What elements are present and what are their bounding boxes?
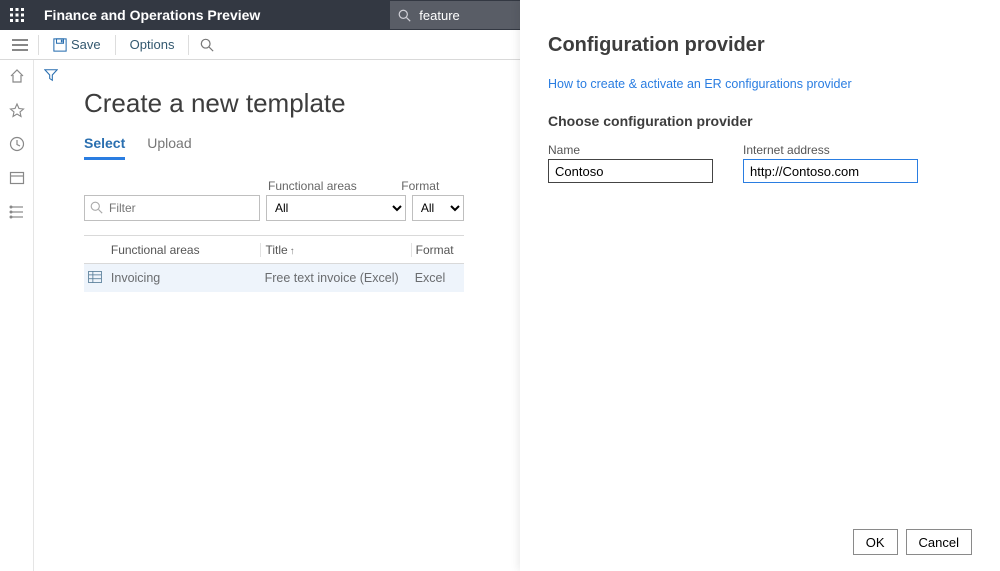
internet-address-label: Internet address <box>743 143 918 157</box>
rail-modules-icon[interactable] <box>7 202 27 222</box>
search-icon <box>90 201 103 214</box>
action-search-icon[interactable] <box>193 38 221 52</box>
label-functional-areas: Functional areas <box>268 179 401 195</box>
panel-help-link[interactable]: How to create & activate an ER configura… <box>548 77 972 91</box>
format-select[interactable]: All <box>412 195 464 221</box>
cancel-button[interactable]: Cancel <box>906 529 972 555</box>
search-icon <box>398 9 411 22</box>
options-label: Options <box>130 37 175 52</box>
save-label: Save <box>71 37 101 52</box>
save-button[interactable]: Save <box>43 30 111 60</box>
app-title: Finance and Operations Preview <box>34 7 270 23</box>
app-launcher-icon[interactable] <box>0 0 34 30</box>
name-input[interactable] <box>548 159 713 183</box>
sort-asc-icon: ↑ <box>290 246 295 257</box>
configuration-provider-panel: Configuration provider How to create & a… <box>520 0 1000 571</box>
panel-title: Configuration provider <box>548 34 972 57</box>
filter-pane-icon[interactable] <box>44 68 58 85</box>
global-search-input[interactable] <box>417 7 527 24</box>
functional-areas-select[interactable]: All <box>266 195 406 221</box>
cell-format: Excel <box>411 271 464 285</box>
page-title: Create a new template <box>84 88 464 119</box>
table-row[interactable]: Invoicing Free text invoice (Excel) Exce… <box>84 264 464 292</box>
grid-header: Functional areas Title↑ Format <box>84 236 464 264</box>
rail-recent-icon[interactable] <box>7 134 27 154</box>
cell-functional-areas: Invoicing <box>107 271 261 285</box>
col-functional-areas[interactable]: Functional areas <box>107 243 261 257</box>
filter-input[interactable] <box>84 195 260 221</box>
col-title[interactable]: Title↑ <box>260 243 410 257</box>
col-format[interactable]: Format <box>411 243 464 257</box>
label-format: Format <box>401 179 464 195</box>
ok-button[interactable]: OK <box>853 529 898 555</box>
tab-select[interactable]: Select <box>84 135 125 160</box>
options-button[interactable]: Options <box>120 30 185 60</box>
name-label: Name <box>548 143 713 157</box>
rail-home-icon[interactable] <box>7 66 27 86</box>
global-search[interactable] <box>390 1 535 29</box>
internet-address-input[interactable] <box>743 159 918 183</box>
rail-workspaces-icon[interactable] <box>7 168 27 188</box>
save-icon <box>53 38 67 52</box>
cell-title: Free text invoice (Excel) <box>261 271 411 285</box>
tab-upload[interactable]: Upload <box>147 135 191 160</box>
row-type-icon <box>84 271 107 286</box>
nav-menu-icon[interactable] <box>6 30 34 60</box>
rail-favorites-icon[interactable] <box>7 100 27 120</box>
panel-subtitle: Choose configuration provider <box>548 113 972 129</box>
